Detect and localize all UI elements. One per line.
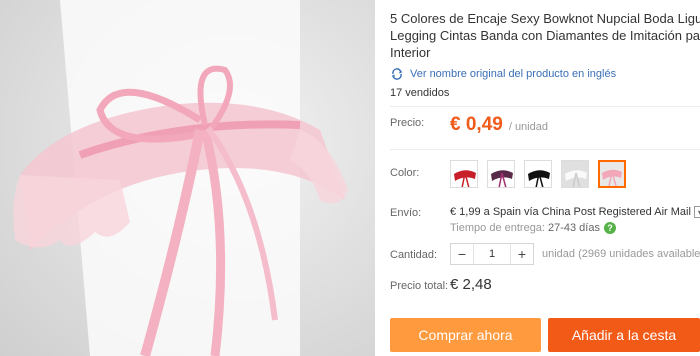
color-swatches [450, 160, 635, 188]
shipping-text: € 1,99 a Spain vía China Post Registered… [450, 206, 691, 218]
stock-availability: unidad (2969 unidades available) [542, 248, 700, 260]
help-icon[interactable]: ? [603, 222, 616, 234]
product-image[interactable] [0, 0, 375, 356]
price-unit: / unidad [508, 121, 548, 133]
delivery-days: 27-43 días [547, 222, 600, 234]
quantity-decrement-button[interactable]: − [451, 244, 473, 264]
sold-count: 17 vendidos [390, 87, 450, 99]
color-label: Color: [390, 167, 420, 179]
color-swatch-pink[interactable] [598, 160, 626, 188]
product-title-line: Interior [390, 45, 431, 60]
translate-link-label[interactable]: Ver nombre original del producto en ingl… [410, 68, 616, 80]
product-title: 5 Colores de Encaje Sexy Bowknot Nupcial… [390, 10, 700, 61]
price-label: Precio: [390, 117, 425, 129]
color-swatch-white[interactable] [561, 160, 589, 188]
swatch-thumbnail [600, 162, 624, 186]
product-info-panel: 5 Colores de Encaje Sexy Bowknot Nupcial… [390, 0, 700, 356]
divider [390, 149, 700, 150]
quantity-increment-button[interactable]: + [511, 244, 533, 264]
swatch-thumbnail [562, 161, 588, 187]
shipping-label: Envío: [390, 207, 422, 219]
product-title-line: Legging Cintas Banda con Diamantes de Im… [390, 28, 700, 43]
color-swatch-purple[interactable] [487, 160, 515, 188]
chevron-down-icon[interactable]: ▾ [693, 206, 700, 218]
translate-icon [391, 68, 403, 80]
price: € 0,49 / unidad [450, 114, 548, 136]
translate-link[interactable]: Ver nombre original del producto en ingl… [390, 66, 616, 82]
delivery-label: Tiempo de entrega: [450, 222, 545, 234]
color-swatch-black[interactable] [524, 160, 552, 188]
garter-illustration [13, 0, 348, 356]
quantity-stepper: − 1 + [450, 243, 534, 265]
divider [390, 106, 700, 107]
swatch-thumbnail [491, 170, 513, 187]
shipping-option[interactable]: € 1,99 a Spain vía China Post Registered… [450, 206, 700, 218]
product-title-line: 5 Colores de Encaje Sexy Bowknot Nupcial… [390, 11, 700, 26]
buy-now-button[interactable]: Comprar ahora [390, 318, 541, 352]
swatch-thumbnail [454, 170, 476, 187]
price-amount: € 0,49 [450, 114, 503, 135]
quantity-label: Cantidad: [390, 249, 438, 261]
swatch-thumbnail [528, 170, 550, 187]
delivery-time: Tiempo de entrega: 27-43 días ? [450, 222, 616, 234]
total-price-label: Precio total: [390, 280, 449, 292]
total-price: € 2,48 [450, 276, 492, 293]
add-to-cart-button[interactable]: Añadir a la cesta [548, 318, 700, 352]
quantity-input[interactable]: 1 [473, 244, 511, 264]
color-swatch-red[interactable] [450, 160, 478, 188]
